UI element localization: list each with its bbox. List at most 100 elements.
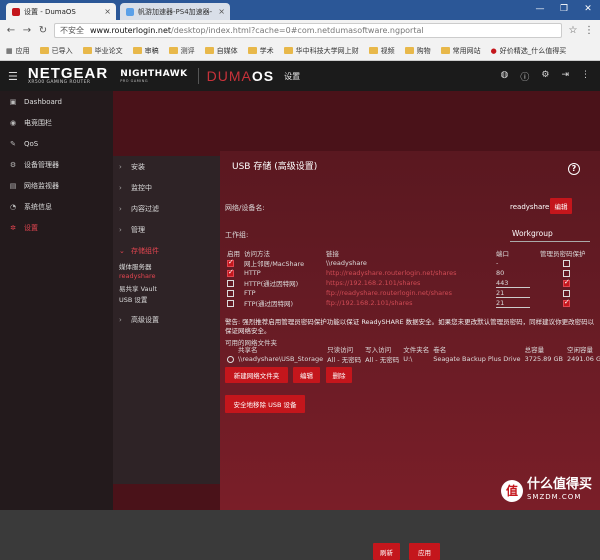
subnav-install[interactable]: › 安装 (113, 156, 220, 177)
folder-icon (82, 47, 92, 54)
enable-checkbox[interactable] (227, 268, 234, 277)
sidebar-item-dashboard[interactable]: ▣ Dashboard (0, 91, 113, 112)
subnav-storage[interactable]: ⌄ 存储组件 (113, 240, 220, 261)
reload-icon[interactable]: ↻ (38, 25, 48, 36)
sidebar-item-qos[interactable]: ✎ QoS (0, 133, 113, 154)
bookmark-link[interactable]: ● 好价精选_什么值得买 (491, 46, 567, 56)
port-input[interactable]: 21 (496, 289, 530, 298)
sidebar-item-settings[interactable]: ✲ 设置 (0, 217, 113, 238)
folder-select-radio[interactable] (227, 355, 234, 363)
smzdm-favicon-icon: ● (490, 46, 497, 55)
subitem-readyshare[interactable]: readyshare (119, 272, 220, 283)
menu-icon[interactable]: ⋮ (584, 25, 594, 36)
edit-device-name-button[interactable]: 编辑 (550, 198, 572, 214)
maximize-button[interactable]: ❐ (552, 0, 576, 18)
folder-name-cell: U:\ (403, 355, 413, 363)
bookmark-apps[interactable]: ▦ 应用 (6, 46, 30, 56)
delete-folder-button[interactable]: 删除 (326, 367, 352, 383)
link-cell[interactable]: https://192.168.2.101/shares (324, 278, 494, 288)
sidebar-item-system-info[interactable]: ◔ 系统信息 (0, 196, 113, 217)
sidebar-item-label: 设备管理器 (24, 160, 59, 169)
subitem-media-server[interactable]: 媒体服务器 (119, 261, 220, 272)
port-input[interactable]: 443 (496, 279, 530, 288)
port-cell: 80 (496, 269, 505, 277)
sidebar-item-device-manager[interactable]: ⚙ 设备管理器 (0, 154, 113, 175)
minimize-button[interactable]: — (528, 0, 552, 18)
bookmark-label: 测评 (180, 46, 195, 55)
tab-close-icon[interactable]: × (104, 7, 111, 16)
subitem-usb-settings[interactable]: USB 设置 (119, 294, 220, 305)
forward-icon[interactable]: → (22, 25, 32, 36)
bookmark-label: 购物 (416, 46, 431, 55)
refresh-button[interactable]: 刷新 (373, 543, 400, 560)
settings-icon[interactable]: ⚙ (541, 70, 549, 83)
subnav-management[interactable]: › 管理 (113, 219, 220, 240)
star-icon[interactable]: ☆ (568, 25, 578, 36)
safe-remove-usb-button[interactable]: 安全地移除 USB 设备 (225, 395, 305, 413)
sidebar-item-label: QoS (24, 139, 39, 148)
sidebar-item-network-monitor[interactable]: ▤ 网络监视器 (0, 175, 113, 196)
url-field[interactable]: 不安全 www.routerlogin.net /desktop/index.h… (54, 23, 562, 38)
column-header: 启用 (227, 250, 240, 258)
bookmark-folder[interactable]: 已导入 (39, 46, 73, 56)
help-icon[interactable]: ? (568, 163, 580, 175)
bookmark-folder[interactable]: 测评 (168, 46, 195, 56)
tab-close-icon[interactable]: × (218, 7, 225, 16)
tab-inactive[interactable]: 帆游加速器-PS4加速器- × (120, 3, 230, 20)
hamburger-menu-icon[interactable]: ☰ (8, 70, 18, 83)
globe-icon[interactable]: ◍ (501, 70, 509, 83)
bookmark-folder[interactable]: 自媒体 (204, 46, 238, 56)
duma-prefix: DUMA (206, 68, 252, 84)
edit-folder-button[interactable]: 编辑 (293, 367, 320, 383)
address-bar-row: ← → ↻ 不安全 www.routerlogin.net /desktop/i… (0, 20, 600, 41)
link-cell[interactable]: http://readyshare.routerlogin.net/shares (324, 268, 494, 278)
sidebar-item-label: 网络监视器 (24, 181, 59, 190)
bookmark-folder[interactable]: 视频 (368, 46, 395, 56)
enable-checkbox[interactable] (227, 258, 234, 267)
bookmark-folder[interactable]: 审稿 (132, 46, 159, 56)
subnav-monitoring[interactable]: › 监控中 (113, 177, 220, 198)
subnav-advanced[interactable]: › 高级设置 (113, 309, 220, 330)
sidebar-item-label: 系统信息 (24, 202, 52, 211)
password-protect-checkbox[interactable] (563, 289, 570, 297)
storage-subitems: 媒体服务器 readyshare 易共享 Vault USB 设置 (113, 261, 220, 305)
enable-checkbox[interactable] (227, 299, 234, 307)
enable-checkbox[interactable] (227, 279, 234, 287)
link-cell[interactable]: ftp://192.168.2.101/shares (324, 298, 494, 308)
write-access-cell: All - 无密码 (365, 356, 400, 364)
bookmark-folder[interactable]: 华中科技大学网上财 (283, 46, 359, 56)
more-icon[interactable]: ⋮ (581, 70, 590, 83)
bookmark-folder[interactable]: 毕业论文 (82, 46, 123, 56)
enable-checkbox[interactable] (227, 289, 234, 297)
tab-active[interactable]: 设置 - DumaOS × (6, 3, 116, 20)
column-header: 端口 (496, 250, 509, 258)
password-protect-checkbox[interactable] (563, 278, 570, 287)
create-network-folder-button[interactable]: 新建网络文件夹 (225, 367, 288, 383)
link-cell[interactable]: ftp://readyshare.routerlogin.net/shares (324, 288, 494, 298)
device-name-label: 网络/设备名: (225, 204, 265, 212)
info-icon[interactable]: ⓘ (520, 70, 529, 83)
sidebar-item-geofence[interactable]: ◉ 电竞围栏 (0, 112, 113, 133)
port-input[interactable]: 21 (496, 299, 530, 308)
folder-icon (204, 47, 214, 54)
column-header: 只读访问 (327, 346, 354, 354)
page-title: USB 存储 (高级设置) (232, 162, 318, 172)
password-protect-checkbox[interactable] (563, 259, 570, 267)
login-icon[interactable]: ⇥ (561, 70, 569, 83)
password-protect-checkbox[interactable] (563, 269, 570, 277)
back-icon[interactable]: ← (6, 25, 16, 36)
watermark-text: 什么值得买 SMZDM.COM (527, 478, 592, 504)
bookmark-folder[interactable]: 购物 (404, 46, 431, 56)
close-window-button[interactable]: ✕ (576, 0, 600, 18)
left-sidebar: ▣ Dashboard ◉ 电竞围栏 ✎ QoS ⚙ 设备管理器 ▤ 网络监视器 ◔ 系统信… (0, 91, 113, 510)
subnav-content-filter[interactable]: › 内容过滤 (113, 198, 220, 219)
apply-button[interactable]: 应用 (409, 543, 440, 560)
link-cell[interactable]: \\readyshare (324, 258, 494, 268)
subitem-vault[interactable]: 易共享 Vault (119, 283, 220, 294)
bookmark-folder[interactable]: 常用网站 (440, 46, 481, 56)
bookmark-folder[interactable]: 学术 (247, 46, 274, 56)
folder-icon (168, 47, 178, 54)
password-protect-checkbox[interactable] (563, 298, 570, 307)
bookmark-label: 审稿 (144, 46, 159, 55)
browser-chrome: 设置 - DumaOS × 帆游加速器-PS4加速器- × — ❐ ✕ ← → … (0, 0, 600, 61)
